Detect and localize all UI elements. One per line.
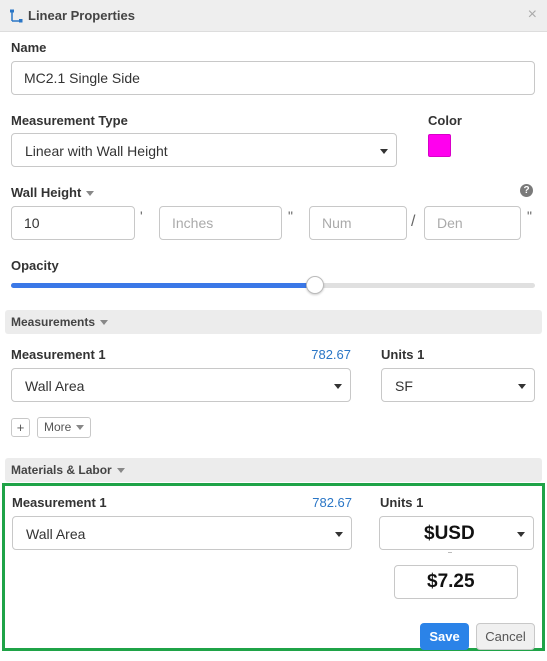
chevron-down-icon [86,191,95,197]
chevron-down-icon [335,532,343,537]
measurement-1-selected: Wall Area [25,378,85,394]
measurement-1-label: Measurement 1 [11,347,106,362]
chevron-down-icon [100,320,109,326]
wall-height-inches-input[interactable] [159,206,282,240]
price-input[interactable]: $7.25 [394,565,518,599]
measurement-1-select[interactable]: Wall Area [11,368,351,402]
chevron-down-icon [76,425,85,431]
chevron-down-icon [517,532,525,537]
wall-height-num-input[interactable] [309,206,407,240]
price-value: $7.25 [427,571,475,592]
measurement-type-select[interactable]: Linear with Wall Height [11,133,397,167]
measurement-type-value: Linear with Wall Height [25,143,168,159]
linear-measure-icon [10,9,23,23]
wall-height-label[interactable]: Wall Height [11,185,95,200]
close-icon[interactable]: × [528,6,537,24]
opacity-label: Opacity [11,258,59,273]
inches-mark: " [288,208,293,224]
wall-height-feet-input[interactable] [11,206,135,240]
color-swatch[interactable] [428,134,451,157]
help-icon[interactable]: ? [520,184,533,197]
measurement-1-value: 782.67 [311,347,351,362]
units-1-label: Units 1 [381,347,425,362]
materials-section-header[interactable]: Materials & Labor [5,458,542,482]
panel-titlebar: Linear Properties × [0,0,547,32]
save-button[interactable]: Save [420,623,469,650]
cancel-button[interactable]: Cancel [476,623,535,650]
currency-select[interactable]: $USD [379,516,534,550]
name-label: Name [11,40,47,55]
chevron-down-icon [518,384,526,389]
wall-height-den-input[interactable] [424,206,521,240]
den-inches-mark: " [527,208,532,224]
currency-selected: $USD [424,523,475,544]
opacity-slider-thumb[interactable] [306,276,324,294]
color-label: Color [428,113,462,128]
units-1-selected: SF [395,378,413,394]
materials-measurement-1-select[interactable]: Wall Area [12,516,352,550]
materials-units-1-label: Units 1 [380,495,424,510]
chevron-down-icon [334,384,342,389]
measurements-section-header[interactable]: Measurements [5,310,542,334]
chevron-down-icon [380,149,388,154]
chevron-down-icon [116,468,125,474]
name-input[interactable] [11,61,535,95]
materials-measurement-1-label: Measurement 1 [12,495,107,510]
materials-measurement-1-selected: Wall Area [26,526,86,542]
add-measurement-button[interactable]: + [11,418,30,437]
panel-title: Linear Properties [28,8,135,23]
measurement-type-label: Measurement Type [11,113,128,128]
more-button[interactable]: More [37,417,91,438]
fraction-separator: / [411,213,416,230]
divider [448,552,452,553]
materials-measurement-1-value: 782.67 [312,495,352,510]
units-1-select[interactable]: SF [381,368,535,402]
opacity-slider-fill [11,283,315,288]
feet-mark: ' [140,208,143,224]
